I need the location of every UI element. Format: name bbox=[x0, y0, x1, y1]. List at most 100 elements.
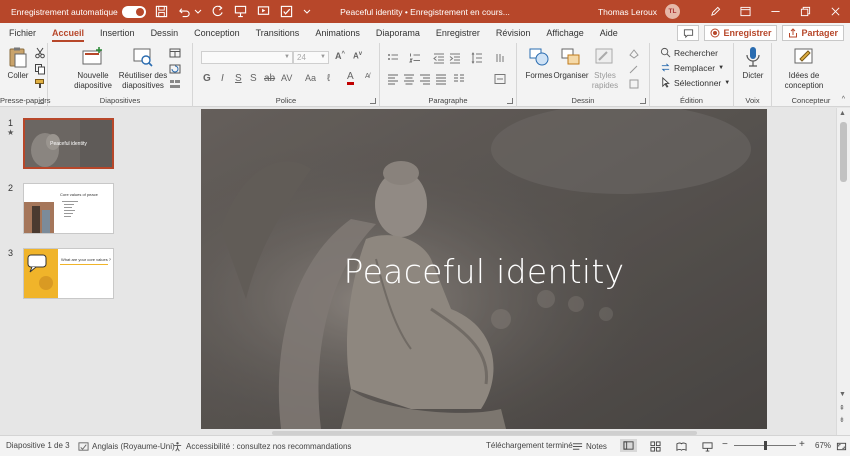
shape-outline-icon[interactable] bbox=[627, 62, 640, 75]
zoom-in-icon[interactable]: + bbox=[799, 439, 805, 450]
increase-font-icon[interactable]: A^ bbox=[335, 51, 345, 61]
tab-fichier[interactable]: Fichier bbox=[0, 23, 44, 43]
user-name[interactable]: Thomas Leroux bbox=[598, 7, 657, 17]
zoom-slider-knob[interactable] bbox=[764, 441, 767, 450]
tab-dessin[interactable]: Dessin bbox=[143, 23, 187, 43]
customize-toolbar-icon[interactable] bbox=[303, 5, 311, 19]
slide-title[interactable]: Peaceful identity bbox=[201, 252, 767, 291]
next-slide-icon[interactable]: ⇟ bbox=[839, 416, 845, 424]
minimize-icon[interactable] bbox=[760, 0, 790, 23]
section-icon[interactable] bbox=[168, 77, 181, 90]
layout-icon[interactable] bbox=[168, 46, 181, 59]
clear-formatting-icon[interactable]: A̸ bbox=[365, 73, 370, 80]
tab-animations[interactable]: Animations bbox=[307, 23, 368, 43]
bullets-icon[interactable] bbox=[386, 51, 399, 64]
paste-button[interactable]: Coller bbox=[5, 45, 31, 81]
tab-insertion[interactable]: Insertion bbox=[92, 23, 143, 43]
drawing-launcher-icon[interactable] bbox=[640, 98, 646, 104]
justify-icon[interactable] bbox=[434, 72, 447, 85]
language-indicator[interactable]: Anglais (Royaume-Uni) bbox=[78, 441, 175, 452]
slide-thumbnail-1[interactable]: Peaceful identity bbox=[23, 118, 114, 169]
share-button[interactable]: Partager bbox=[782, 25, 844, 41]
avatar[interactable]: TL bbox=[665, 4, 680, 19]
shape-fill-icon[interactable] bbox=[627, 47, 640, 60]
paragraph-launcher-icon[interactable] bbox=[507, 98, 513, 104]
vertical-scrollbar[interactable]: ▲ ▼ ⇞ ⇟ bbox=[836, 108, 850, 435]
scroll-down-icon[interactable]: ▼ bbox=[839, 391, 846, 398]
font-color-icon[interactable]: A bbox=[347, 72, 354, 85]
font-launcher-icon[interactable] bbox=[370, 98, 376, 104]
character-spacing-icon[interactable]: AV bbox=[281, 73, 292, 83]
previous-slide-icon[interactable]: ⇞ bbox=[839, 404, 845, 412]
cut-icon[interactable] bbox=[33, 46, 46, 59]
highlight-icon[interactable]: ℓ bbox=[327, 73, 330, 84]
format-painter-icon[interactable] bbox=[33, 77, 46, 90]
shadow-icon[interactable]: S bbox=[250, 73, 257, 84]
normal-view-icon[interactable] bbox=[620, 439, 637, 452]
notes-button[interactable]: Notes bbox=[572, 441, 607, 452]
present-icon[interactable] bbox=[257, 5, 271, 19]
tab-diaporama[interactable]: Diaporama bbox=[368, 23, 428, 43]
document-title[interactable]: Peaceful identity • Enregistrement en co… bbox=[340, 7, 510, 17]
tab-revision[interactable]: Révision bbox=[488, 23, 539, 43]
ribbon-display-icon[interactable] bbox=[730, 0, 760, 23]
scrollbar-thumb[interactable] bbox=[840, 122, 847, 182]
tab-transitions[interactable]: Transitions bbox=[248, 23, 308, 43]
current-slide[interactable]: Peaceful identity bbox=[201, 109, 767, 429]
present-from-start-icon[interactable] bbox=[234, 5, 248, 19]
align-center-icon[interactable] bbox=[402, 72, 415, 85]
shape-effects-icon[interactable] bbox=[627, 77, 640, 90]
tab-conception[interactable]: Conception bbox=[186, 23, 248, 43]
accessibility-indicator[interactable]: Accessibilité : consultez nos recommanda… bbox=[172, 441, 351, 452]
replace-button[interactable]: Remplacer ▼ bbox=[660, 62, 724, 73]
undo-icon[interactable] bbox=[178, 5, 192, 19]
tab-affichage[interactable]: Affichage bbox=[538, 23, 591, 43]
slide-thumbnail-3[interactable]: What are your core values ? bbox=[23, 248, 114, 299]
arrange-button[interactable]: Organiser bbox=[551, 45, 591, 81]
reuse-slides-button[interactable]: Réutiliser des diapositives bbox=[118, 45, 168, 91]
tab-aide[interactable]: Aide bbox=[592, 23, 626, 43]
new-slide-button[interactable]: Nouvelle diapositive bbox=[68, 45, 118, 91]
increase-indent-icon[interactable] bbox=[448, 51, 461, 64]
comments-button[interactable] bbox=[677, 25, 700, 41]
redo-icon[interactable] bbox=[211, 5, 225, 19]
slide-sorter-icon[interactable] bbox=[650, 441, 661, 452]
font-name-combo[interactable]: ▼ bbox=[201, 51, 293, 64]
align-right-icon[interactable] bbox=[418, 72, 431, 85]
align-left-icon[interactable] bbox=[386, 72, 399, 85]
zoom-level[interactable]: 67% bbox=[815, 441, 831, 450]
bold-icon[interactable]: G bbox=[203, 73, 211, 84]
font-size-combo[interactable]: 24 ▼ bbox=[293, 51, 329, 64]
find-button[interactable]: Rechercher bbox=[660, 47, 718, 58]
reset-slide-icon[interactable] bbox=[168, 62, 181, 75]
scroll-up-icon[interactable]: ▲ bbox=[839, 110, 846, 117]
italic-icon[interactable]: I bbox=[221, 73, 224, 84]
save-icon[interactable] bbox=[155, 5, 169, 19]
tab-accueil[interactable]: Accueil bbox=[44, 23, 92, 43]
align-text-icon[interactable] bbox=[493, 72, 506, 85]
quick-styles-button[interactable]: Styles rapides bbox=[587, 45, 623, 91]
pen-icon[interactable] bbox=[700, 0, 730, 23]
collapse-ribbon-icon[interactable]: ^ bbox=[842, 96, 845, 103]
dictate-button[interactable]: Dicter bbox=[738, 45, 768, 81]
change-case-icon[interactable]: Aa bbox=[305, 73, 316, 83]
text-direction-icon[interactable] bbox=[493, 51, 506, 64]
line-spacing-icon[interactable] bbox=[470, 51, 483, 64]
zoom-out-icon[interactable]: − bbox=[722, 439, 728, 450]
slide-counter[interactable]: Diapositive 1 de 3 bbox=[6, 441, 70, 450]
numbering-icon[interactable] bbox=[408, 51, 421, 64]
close-icon[interactable] bbox=[820, 0, 850, 23]
spelling-check-icon[interactable] bbox=[280, 5, 294, 19]
fit-to-window-icon[interactable] bbox=[836, 441, 847, 452]
copy-icon[interactable] bbox=[33, 62, 46, 75]
strikethrough-icon[interactable]: ab bbox=[264, 73, 275, 84]
columns-icon[interactable] bbox=[452, 72, 465, 85]
decrease-font-icon[interactable]: Av bbox=[353, 51, 362, 61]
design-ideas-button[interactable]: Idées de conception bbox=[778, 45, 830, 91]
restore-icon[interactable] bbox=[790, 0, 820, 23]
tab-enregistrer[interactable]: Enregistrer bbox=[428, 23, 488, 43]
select-button[interactable]: Sélectionner ▼ bbox=[660, 77, 730, 88]
slideshow-icon[interactable] bbox=[702, 441, 713, 452]
record-button[interactable]: Enregistrer bbox=[704, 25, 778, 41]
chevron-down-icon[interactable] bbox=[194, 5, 202, 19]
